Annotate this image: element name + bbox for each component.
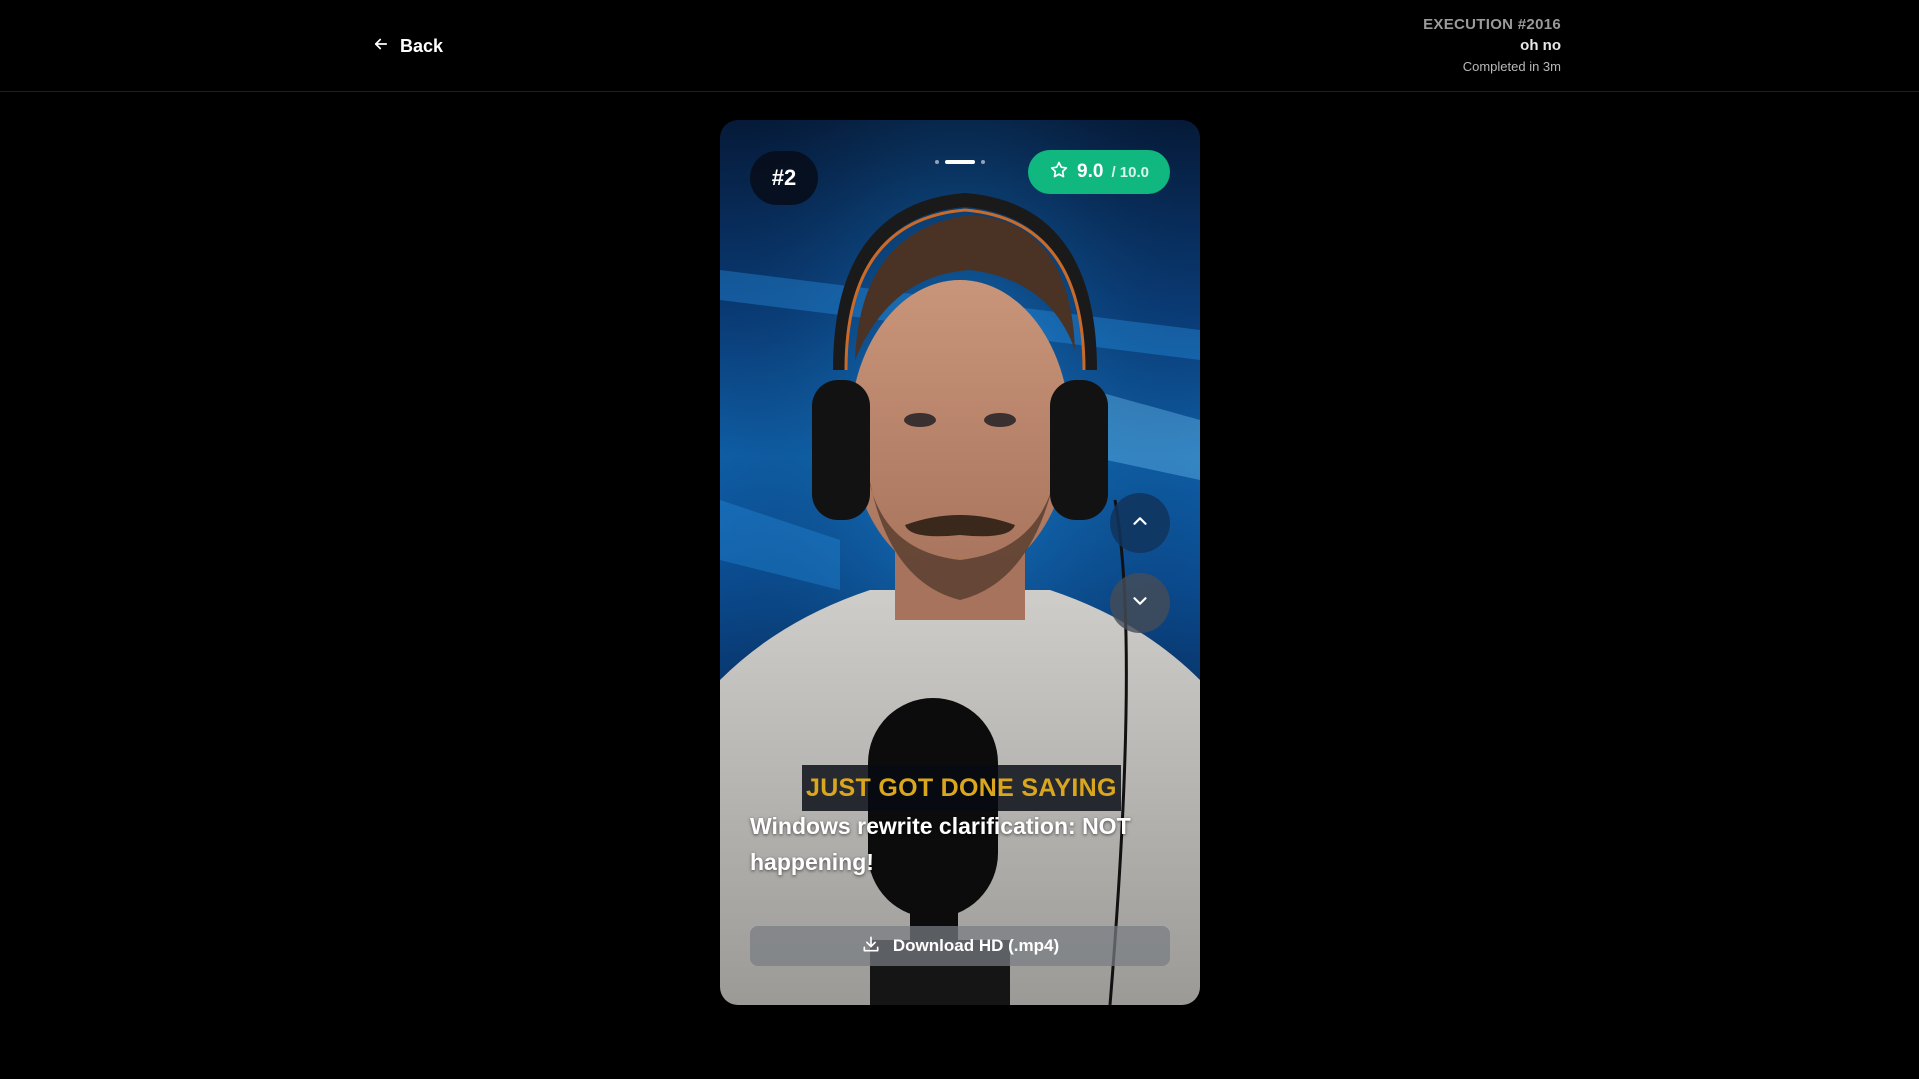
pager-dot-active[interactable] [945, 160, 975, 164]
pager-dots[interactable] [935, 160, 985, 164]
arrow-left-icon [372, 35, 390, 58]
chevron-down-icon [1129, 590, 1151, 617]
next-clip-button[interactable] [1110, 573, 1170, 633]
video-caption: JUST GOT DONE SAYING [802, 765, 1121, 811]
score-value: 9.0 [1077, 161, 1104, 182]
execution-title: EXECUTION #2016 [1423, 16, 1561, 33]
download-button-label: Download HD (.mp4) [892, 936, 1060, 955]
execution-name: oh no [1520, 37, 1561, 54]
back-button-label: Back [400, 35, 444, 56]
back-button[interactable]: Back [372, 30, 443, 62]
execution-info: EXECUTION #2016 oh no Completed in 3m [1423, 14, 1561, 77]
clip-title: Windows rewrite clarification: NOT happe… [750, 813, 1131, 875]
execution-status: Completed in 3m [1462, 59, 1561, 74]
previous-clip-button[interactable] [1110, 493, 1170, 553]
score-badge: 9.0 / 10.0 [1028, 150, 1170, 194]
pager-dot[interactable] [935, 160, 939, 164]
star-icon [1049, 160, 1069, 185]
top-bar: Back EXECUTION #2016 oh no Completed in … [0, 0, 1919, 92]
download-hd-button[interactable]: Download HD (.mp4) [750, 926, 1170, 966]
rank-badge: #2 [750, 151, 818, 205]
pager-dot[interactable] [981, 160, 985, 164]
chevron-up-icon [1129, 510, 1151, 537]
download-icon [861, 934, 881, 959]
score-max: / 10.0 [1111, 163, 1149, 181]
clip-card[interactable]: #2 9.0 / 10.0 JUST GOT DONE SAYING Windo… [720, 120, 1200, 1005]
